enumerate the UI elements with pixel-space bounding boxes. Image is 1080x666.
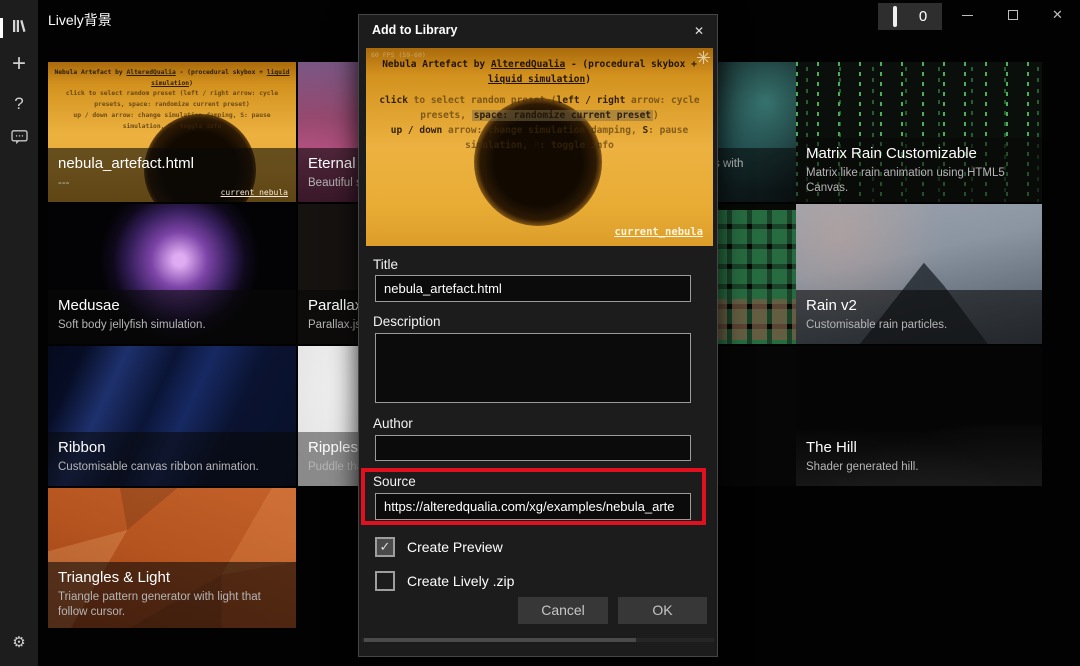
minimize-icon	[962, 15, 973, 16]
wallpaper-tile-ribbon[interactable]: Ribbon Customisable canvas ribbon animat…	[48, 346, 296, 486]
source-input[interactable]	[375, 493, 691, 520]
horizontal-scrollbar[interactable]	[362, 638, 714, 642]
tile-caption: Triangles & Light Triangle pattern gener…	[48, 562, 296, 628]
tile-watermark: current_nebula	[221, 188, 288, 197]
help-icon: ?	[14, 94, 23, 114]
tile-title: Ribbon	[58, 439, 286, 458]
sidebar-item-settings[interactable]: ⚙	[0, 628, 38, 656]
cancel-button[interactable]: Cancel	[518, 597, 608, 624]
tile-title: Matrix Rain Customizable	[806, 145, 1032, 164]
display-select-button[interactable]: 0	[878, 3, 942, 30]
scrollbar-thumb[interactable]	[364, 638, 636, 642]
description-textarea[interactable]	[375, 333, 691, 403]
maximize-icon	[1008, 10, 1018, 20]
feedback-icon	[11, 130, 28, 150]
title-label: Title	[373, 257, 398, 272]
window-title: Lively背景	[48, 10, 112, 30]
title-input[interactable]	[375, 275, 691, 302]
tile-subtitle: Customisable rain particles.	[806, 318, 1032, 333]
tile-subtitle: Soft body jellyfish simulation.	[58, 318, 286, 333]
tile-title: Rain v2	[806, 297, 1032, 316]
maximize-button[interactable]	[990, 0, 1035, 30]
sidebar-item-help[interactable]: ?	[0, 90, 38, 118]
add-to-library-dialog: Add to Library ✕ 60 FPS (59-60) Nebula A…	[358, 14, 718, 657]
author-label: Author	[373, 416, 413, 431]
preview-info-line-3: up / down arrow: change simulation dampi…	[374, 124, 705, 153]
gear-icon: ⚙	[12, 633, 25, 651]
tile-title: Triangles & Light	[58, 569, 286, 588]
sidebar-item-feedback[interactable]	[0, 126, 38, 154]
plus-icon: +	[12, 50, 26, 78]
description-label: Description	[373, 314, 441, 329]
wallpaper-tile-triangles-light[interactable]: Triangles & Light Triangle pattern gener…	[48, 488, 296, 628]
wallpaper-tile-the-hill[interactable]: The Hill Shader generated hill.	[796, 346, 1042, 486]
tile-title: The Hill	[806, 439, 1032, 458]
wallpaper-tile-matrix-rain[interactable]: Matrix Rain Customizable Matrix like rai…	[796, 62, 1042, 202]
library-icon	[10, 17, 28, 40]
close-icon: ✕	[694, 24, 704, 38]
tile-subtitle: Triangle pattern generator with light th…	[58, 590, 286, 620]
ok-button[interactable]: OK	[618, 597, 707, 624]
create-zip-checkbox-row: Create Lively .zip	[375, 571, 514, 591]
preview-watermark: current_nebula	[614, 226, 703, 238]
create-preview-checkbox-row: ✓ Create Preview	[375, 537, 503, 557]
tile-subtitle: Shader generated hill.	[806, 460, 1032, 475]
wallpaper-tile-nebula-artefact[interactable]: Nebula Artefact by AlteredQualia - (proc…	[48, 62, 296, 202]
create-preview-checkbox[interactable]: ✓	[375, 537, 395, 557]
tile-caption: Ribbon Customisable canvas ribbon animat…	[48, 432, 296, 486]
create-preview-label: Create Preview	[407, 539, 503, 555]
sidebar: + ? ⚙	[0, 0, 38, 666]
dialog-close-button[interactable]: ✕	[687, 19, 711, 43]
display-count: 0	[919, 8, 927, 25]
wallpaper-tile-medusae[interactable]: Medusae Soft body jellyfish simulation.	[48, 204, 296, 344]
create-zip-checkbox[interactable]	[375, 571, 395, 591]
tile-title: nebula_artefact.html	[58, 155, 286, 174]
wallpaper-preview: 60 FPS (59-60) Nebula Artefact by Altere…	[366, 48, 713, 246]
minimize-button[interactable]	[945, 0, 990, 30]
snowflake-icon	[697, 51, 710, 69]
tile-info-text: Nebula Artefact by AlteredQualia - (proc…	[52, 68, 292, 132]
tile-caption: Matrix Rain Customizable Matrix like rai…	[796, 138, 1042, 202]
window-close-button[interactable]: ✕	[1035, 0, 1080, 30]
sidebar-item-library[interactable]	[0, 14, 38, 42]
tile-subtitle: Customisable canvas ribbon animation.	[58, 460, 286, 475]
monitor-icon	[893, 8, 912, 26]
tile-subtitle: Matrix like rain animation using HTML5 C…	[806, 166, 1032, 196]
sidebar-item-add-wallpaper[interactable]: +	[0, 50, 38, 78]
app-window: + ? ⚙ Lively背景 0 ✕	[0, 0, 1080, 666]
create-zip-label: Create Lively .zip	[407, 573, 514, 589]
preview-info-text: Nebula Artefact by AlteredQualia - (proc…	[374, 58, 705, 153]
author-input[interactable]	[375, 435, 691, 461]
wallpaper-tile-rain-v2[interactable]: Rain v2 Customisable rain particles.	[796, 204, 1042, 344]
source-label: Source	[373, 474, 416, 489]
preview-info-line-2: click to select random preset (left / ri…	[374, 94, 705, 123]
tile-caption: Medusae Soft body jellyfish simulation.	[48, 290, 296, 344]
tile-title: Medusae	[58, 297, 286, 316]
tile-caption: Rain v2 Customisable rain particles.	[796, 290, 1042, 344]
tile-caption: The Hill Shader generated hill.	[796, 432, 1042, 486]
close-icon: ✕	[1052, 7, 1063, 23]
dialog-title: Add to Library	[372, 23, 457, 37]
preview-info-line-1: Nebula Artefact by AlteredQualia - (proc…	[374, 58, 705, 87]
